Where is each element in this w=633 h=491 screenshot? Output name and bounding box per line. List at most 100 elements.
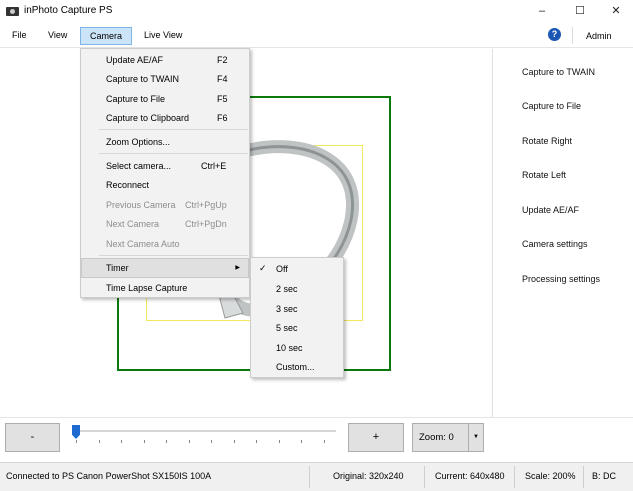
menu-item-label: 5 sec	[276, 323, 298, 333]
rotate-right-button[interactable]: Rotate Right	[522, 136, 572, 146]
status-original: Original: 320x240	[333, 471, 404, 481]
menu-separator	[99, 153, 248, 154]
zoom-slider-tick	[143, 440, 145, 443]
menu-item-label: Previous Camera	[106, 200, 176, 210]
zoom-bar	[0, 417, 633, 461]
zoom-in-button[interactable]: +	[348, 423, 404, 452]
status-separator	[514, 466, 515, 488]
menu-item-label: Capture to Clipboard	[106, 113, 190, 123]
zoom-slider-tick	[301, 440, 302, 443]
menu-item-next-camera-auto[interactable]: Next Camera Auto	[81, 234, 249, 254]
admin-menu[interactable]: Admin	[586, 31, 612, 41]
zoom-slider-tick	[211, 440, 212, 443]
menu-item-update-ae-af[interactable]: Update AE/AF F2	[81, 50, 249, 70]
zoom-slider-tick	[256, 440, 257, 443]
timer-option-2-sec[interactable]: 2 sec	[251, 279, 343, 299]
status-separator	[424, 466, 425, 488]
menu-item-label: Time Lapse Capture	[106, 283, 188, 293]
menu-item-capture-file[interactable]: Capture to File F5	[81, 89, 249, 109]
rotate-left-button[interactable]: Rotate Left	[522, 170, 566, 180]
zoom-slider-tick	[278, 440, 280, 443]
menu-item-label: Capture to File	[106, 94, 166, 104]
capture-to-file-button[interactable]: Capture to File	[522, 101, 581, 111]
status-bar: Connected to PS Canon PowerShot SX150IS …	[0, 462, 633, 491]
menu-view[interactable]: View	[42, 27, 73, 45]
window-title: inPhoto Capture PS	[24, 5, 113, 16]
menu-file[interactable]: File	[6, 27, 33, 45]
menu-item-label: Reconnect	[106, 180, 150, 190]
action-sidebar: Capture to TWAIN Capture to File Rotate …	[492, 49, 633, 417]
menu-item-label: Next Camera Auto	[106, 239, 180, 249]
menu-item-zoom-options[interactable]: Zoom Options...	[81, 132, 249, 152]
timer-option-10-sec[interactable]: 10 sec	[251, 338, 343, 358]
zoom-select[interactable]: Zoom: 0 ▼	[412, 423, 484, 452]
zoom-slider-tick	[76, 440, 77, 443]
menu-item-shortcut: F6	[217, 113, 228, 123]
menu-item-capture-clipboard[interactable]: Capture to Clipboard F6	[81, 108, 249, 128]
capture-to-twain-button[interactable]: Capture to TWAIN	[522, 67, 595, 77]
menu-item-time-lapse[interactable]: Time Lapse Capture	[81, 278, 249, 298]
menu-item-label: Off	[276, 264, 288, 274]
menu-item-capture-twain[interactable]: Capture to TWAIN F4	[81, 69, 249, 89]
maximize-button[interactable]: ☐	[561, 0, 599, 23]
menu-item-shortcut: F2	[217, 55, 228, 65]
app-camera-icon	[6, 7, 19, 16]
menu-item-label: Next Camera	[106, 219, 160, 229]
menu-item-timer[interactable]: Timer ▶	[81, 258, 249, 278]
menu-item-next-camera[interactable]: Next Camera Ctrl+PgDn	[81, 214, 249, 234]
timer-option-5-sec[interactable]: 5 sec	[251, 318, 343, 338]
timer-option-off[interactable]: ✓ Off	[251, 259, 343, 279]
menu-item-shortcut: F4	[217, 74, 228, 84]
menu-item-label: 3 sec	[276, 304, 298, 314]
help-icon[interactable]: ?	[548, 28, 561, 41]
menu-item-label: Timer	[106, 263, 129, 273]
zoom-slider-tick	[188, 440, 190, 443]
close-button[interactable]: ✕	[597, 0, 633, 23]
menu-item-label: Zoom Options...	[106, 137, 171, 147]
menu-item-shortcut: Ctrl+PgUp	[185, 200, 227, 210]
camera-menu: Update AE/AF F2 Capture to TWAIN F4 Capt…	[80, 48, 250, 298]
status-separator	[583, 466, 584, 488]
zoom-slider-tick	[233, 440, 235, 443]
menu-item-previous-camera[interactable]: Previous Camera Ctrl+PgUp	[81, 195, 249, 215]
status-scale: Scale: 200%	[525, 471, 576, 481]
title-bar: inPhoto Capture PS – ☐ ✕	[0, 0, 633, 23]
menu-item-label: Select camera...	[106, 161, 172, 171]
timer-submenu: ✓ Off 2 sec 3 sec 5 sec 10 sec Custom...	[250, 257, 344, 378]
status-separator	[309, 466, 310, 488]
status-connection: Connected to PS Canon PowerShot SX150IS …	[6, 471, 212, 481]
menu-item-reconnect[interactable]: Reconnect	[81, 175, 249, 195]
zoom-slider-track[interactable]	[72, 430, 336, 432]
menu-item-shortcut: Ctrl+E	[201, 161, 227, 171]
minimize-button[interactable]: –	[523, 0, 561, 23]
zoom-slider-tick	[121, 440, 122, 443]
menu-camera[interactable]: Camera	[80, 27, 132, 45]
camera-settings-button[interactable]: Camera settings	[522, 239, 588, 249]
menu-item-label: 2 sec	[276, 284, 298, 294]
menu-item-shortcut: Ctrl+PgDn	[185, 219, 227, 229]
zoom-slider-tick	[166, 440, 167, 443]
menu-item-label: Custom...	[276, 362, 315, 372]
zoom-out-button[interactable]: -	[5, 423, 60, 452]
status-current: Current: 640x480	[435, 471, 505, 481]
menu-separator	[99, 129, 248, 130]
checkmark-icon: ✓	[259, 263, 267, 273]
timer-option-custom[interactable]: Custom...	[251, 357, 343, 377]
menu-bar: File View Camera Live View ? Admin	[0, 23, 633, 48]
menu-item-label: Update AE/AF	[106, 55, 164, 65]
status-misc: B: DC	[592, 471, 617, 481]
chevron-right-icon: ▶	[235, 265, 240, 271]
menubar-separator	[572, 27, 573, 44]
zoom-slider-tick	[98, 440, 100, 443]
processing-settings-button[interactable]: Processing settings	[522, 274, 600, 284]
menu-item-label: Capture to TWAIN	[106, 74, 180, 84]
menu-separator	[99, 255, 248, 256]
menu-item-select-camera[interactable]: Select camera... Ctrl+E	[81, 156, 249, 176]
timer-option-3-sec[interactable]: 3 sec	[251, 299, 343, 319]
menu-item-label: 10 sec	[276, 343, 303, 353]
menu-live-view[interactable]: Live View	[138, 27, 188, 45]
chevron-down-icon[interactable]: ▼	[468, 424, 483, 451]
zoom-value: Zoom: 0	[419, 432, 454, 443]
zoom-slider-tick	[323, 440, 325, 443]
update-ae-af-button[interactable]: Update AE/AF	[522, 205, 579, 215]
